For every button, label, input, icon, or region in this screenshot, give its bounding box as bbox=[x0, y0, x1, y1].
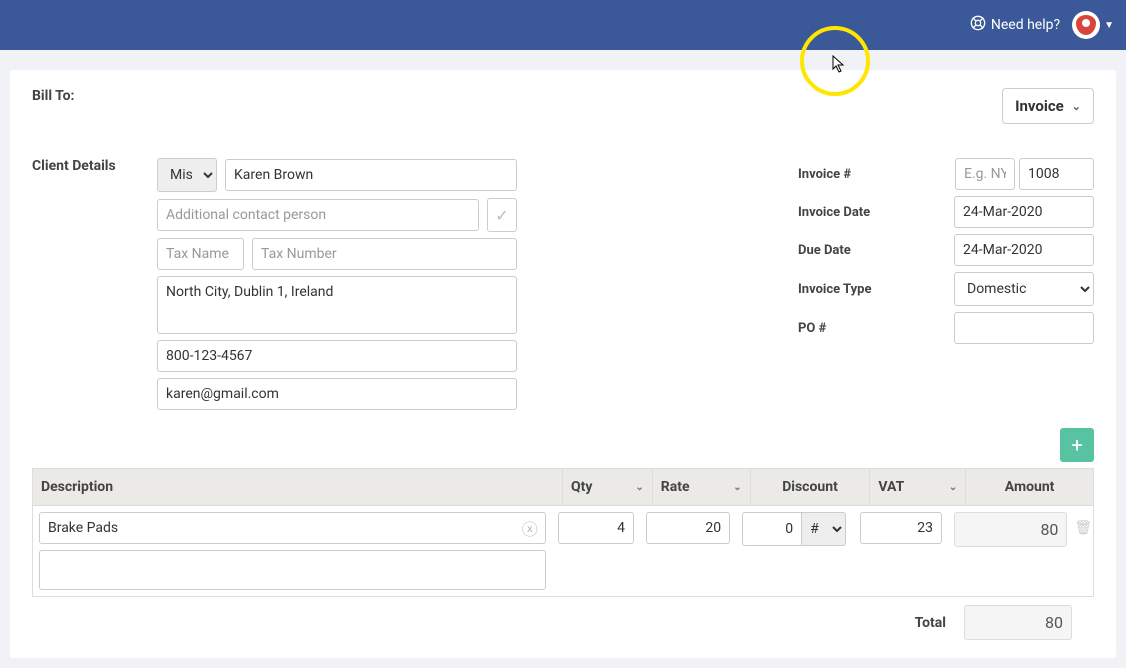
clear-icon[interactable]: ⓧ bbox=[522, 516, 538, 540]
email-input[interactable] bbox=[157, 378, 517, 410]
col-amount: Amount bbox=[1005, 479, 1055, 495]
invoice-form-card: Bill To: Invoice ⌄ Client Details Miss bbox=[10, 70, 1116, 658]
invoice-prefix-input[interactable] bbox=[955, 158, 1015, 190]
document-type-select[interactable]: Invoice ⌄ bbox=[1002, 88, 1094, 124]
cursor-icon bbox=[832, 55, 846, 77]
due-date-label: Due Date bbox=[798, 243, 851, 258]
chevron-down-icon: ▼ bbox=[1104, 20, 1114, 31]
line-amount-value: 80 bbox=[954, 512, 1067, 547]
chevron-down-icon[interactable]: ⌄ bbox=[949, 482, 957, 493]
confirm-contact-button[interactable]: ✓ bbox=[487, 198, 517, 232]
invoice-number-label: Invoice # bbox=[798, 167, 851, 182]
line-description-input[interactable] bbox=[39, 512, 546, 544]
additional-contact-input[interactable] bbox=[157, 199, 479, 231]
col-vat: VAT bbox=[878, 479, 904, 495]
bill-to-label: Bill To: bbox=[32, 88, 75, 104]
need-help-link[interactable]: Need help? bbox=[970, 15, 1060, 35]
total-value: 80 bbox=[964, 605, 1072, 640]
col-qty: Qty bbox=[571, 479, 592, 495]
client-name-input[interactable] bbox=[225, 159, 517, 191]
client-details-label: Client Details bbox=[32, 158, 137, 410]
phone-input[interactable] bbox=[157, 340, 517, 372]
address-input[interactable]: North City, Dublin 1, Ireland bbox=[157, 276, 517, 334]
table-row: ⓧ # 80 🗑 bbox=[32, 506, 1094, 597]
line-description-extra[interactable] bbox=[39, 550, 546, 590]
user-menu[interactable]: ▼ bbox=[1072, 11, 1114, 39]
col-discount: Discount bbox=[782, 479, 838, 495]
tax-number-input[interactable] bbox=[252, 238, 517, 270]
invoice-number-input[interactable] bbox=[1019, 158, 1094, 190]
document-type-value: Invoice bbox=[1015, 97, 1064, 115]
trash-icon: 🗑 bbox=[1074, 520, 1092, 536]
invoice-date-label: Invoice Date bbox=[798, 205, 870, 220]
line-rate-input[interactable] bbox=[646, 512, 730, 544]
chevron-down-icon[interactable]: ⌄ bbox=[733, 482, 741, 493]
line-discount-type-select[interactable]: # bbox=[802, 512, 846, 546]
add-line-button[interactable]: + bbox=[1060, 428, 1094, 462]
need-help-label: Need help? bbox=[991, 17, 1060, 33]
invoice-type-select[interactable]: Domestic bbox=[954, 272, 1094, 306]
lifebuoy-icon bbox=[970, 15, 986, 35]
invoice-type-label: Invoice Type bbox=[798, 282, 871, 297]
po-number-input[interactable] bbox=[954, 312, 1094, 344]
col-description: Description bbox=[41, 479, 113, 495]
line-discount-input[interactable] bbox=[742, 512, 802, 546]
client-title-select[interactable]: Miss bbox=[157, 158, 217, 192]
check-icon: ✓ bbox=[495, 206, 508, 225]
po-number-label: PO # bbox=[798, 321, 826, 336]
invoice-date-input[interactable] bbox=[954, 196, 1094, 228]
plus-icon: + bbox=[1071, 433, 1082, 457]
due-date-input[interactable] bbox=[954, 234, 1094, 266]
line-vat-input[interactable] bbox=[860, 512, 942, 544]
line-items-table: Description Qty ⌄ Rate ⌄ Discount VAT ⌄ Amo… bbox=[32, 468, 1094, 597]
tax-name-input[interactable] bbox=[157, 238, 244, 270]
chevron-down-icon: ⌄ bbox=[1072, 100, 1081, 113]
chevron-down-icon[interactable]: ⌄ bbox=[635, 482, 643, 493]
col-rate: Rate bbox=[661, 479, 690, 495]
top-nav-bar: Need help? ▼ bbox=[0, 0, 1126, 50]
total-label: Total bbox=[915, 615, 946, 631]
delete-line-button[interactable]: 🗑 bbox=[1073, 512, 1093, 536]
table-header: Description Qty ⌄ Rate ⌄ Discount VAT ⌄ Amo… bbox=[32, 468, 1094, 506]
line-qty-input[interactable] bbox=[558, 512, 634, 544]
avatar bbox=[1072, 11, 1100, 39]
